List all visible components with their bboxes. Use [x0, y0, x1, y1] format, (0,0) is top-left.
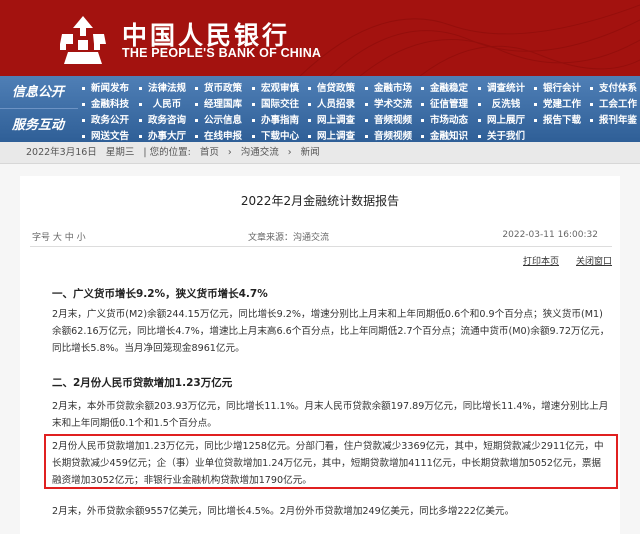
site-title-en: THE PEOPLE'S BANK OF CHINA: [122, 46, 322, 60]
article-datetime: 2022-03-11 16:00:32: [502, 230, 598, 240]
close-window-link[interactable]: 关闭窗口: [576, 254, 612, 267]
breadcrumb-home-link[interactable]: 首页: [200, 147, 219, 158]
font-size-label: 字号: [32, 233, 51, 243]
breadcrumb-weekday: 星期三: [105, 147, 135, 158]
print-page-link[interactable]: 打印本页: [523, 254, 559, 267]
article-meta: 字号 大 中 小 文章来源：沟通交流 2022-03-11 16:00:32: [20, 228, 620, 244]
pboc-emblem-icon: [60, 16, 106, 64]
paragraph-m2: 2月末，广义货币(M2)余额244.15万亿元，同比增长9.2%，增速分别比上月…: [52, 309, 610, 354]
font-size-switcher: 字号 大 中 小: [32, 230, 86, 243]
breadcrumb-level2-link[interactable]: 新闻: [301, 147, 320, 158]
font-size-medium[interactable]: 中: [65, 233, 74, 243]
paragraph-loan-balance: 2月末，本外币贷款余额203.93万亿元，同比增长11.1%。月末人民币贷款余额…: [52, 401, 609, 429]
article-panel: 2022年2月金融统计数据报告 字号 大 中 小 文章来源：沟通交流 2022-…: [20, 176, 620, 534]
site-header: 中国人民银行 THE PEOPLE'S BANK OF CHINA: [0, 0, 640, 76]
breadcrumb-prefix: | 您的位置:: [143, 147, 191, 158]
paragraph-foreign-loans: 2月末，外币贷款余额9557亿美元，同比增长4.5%。2月份外币贷款增加249亿…: [52, 506, 515, 517]
breadcrumb-separator: ›: [227, 147, 232, 158]
font-size-small[interactable]: 小: [77, 233, 86, 243]
article-title: 2022年2月金融统计数据报告: [240, 194, 400, 208]
section-heading-1: 一、广义货币增长9.2%，狭义货币增长4.7%: [52, 288, 268, 300]
highlight-box: [44, 434, 618, 489]
nav-section-service-interaction: 服务互动: [12, 118, 65, 133]
nav-section-info-disclosure: 信息公开: [0, 76, 78, 109]
section-heading-2: 二、2月份人民币贷款增加1.23万亿元: [52, 377, 233, 389]
breadcrumb-date: 2022年3月16日: [26, 147, 97, 158]
meta-divider: [30, 246, 612, 247]
article-source: 文章来源：沟通交流: [248, 233, 330, 243]
font-size-large[interactable]: 大: [53, 233, 62, 243]
nav-link-grid: 新闻发布 法律法规 货币政策 宏观审慎 信贷政策 金融市场 金融稳定 调查统计 …: [80, 78, 640, 142]
main-navigation: 信息公开 服务互动 新闻发布 法律法规 货币政策 宏观审慎 信贷政策 金融市场 …: [0, 76, 640, 142]
breadcrumb: 2022年3月16日 星期三 | 您的位置: 首页 › 沟通交流 › 新闻: [0, 142, 640, 164]
breadcrumb-separator: ›: [287, 147, 292, 158]
breadcrumb-level1-link[interactable]: 沟通交流: [241, 147, 279, 158]
